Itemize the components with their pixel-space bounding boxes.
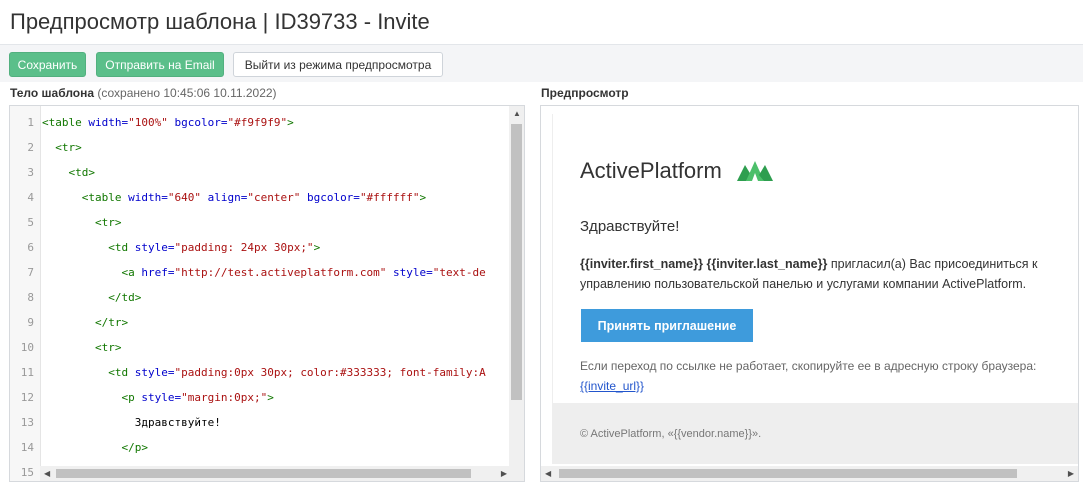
editor-horizontal-scrollbar[interactable]: ◀ ▶	[40, 466, 511, 481]
scroll-up-icon[interactable]: ▲	[513, 106, 521, 121]
line-number: 14	[20, 441, 34, 454]
line-number: 9	[27, 316, 34, 329]
email-greeting: Здравствуйте!	[580, 218, 680, 235]
line-number: 6	[27, 241, 34, 254]
code-text: <a href="http://test.activeplatform.com"…	[121, 266, 486, 279]
line-number: 3	[27, 166, 34, 179]
code-text: <tr>	[94, 216, 122, 229]
code-text: <tr>	[55, 141, 82, 154]
activeplatform-logo-icon	[737, 161, 773, 181]
line-number: 5	[27, 216, 34, 229]
scroll-right-icon[interactable]: ▶	[1068, 466, 1074, 481]
footer-text: © ActivePlatform, «{{vendor.name}}».	[580, 428, 762, 440]
editor-horizontal-scroll-thumb[interactable]	[56, 469, 471, 478]
code-text: <td>	[68, 166, 96, 179]
save-button[interactable]: Сохранить	[9, 52, 86, 77]
code-text: <table width="640" align="center" bgcolo…	[81, 191, 427, 204]
invite-url-link[interactable]: {{invite_url}}	[580, 379, 644, 393]
code-text: </td>	[108, 291, 142, 304]
email-preview: ActivePlatform Здравствуйте! {{inviter.f…	[552, 114, 1078, 464]
line-number: 1	[27, 116, 34, 129]
code-line[interactable]: 3 <td>	[10, 160, 510, 185]
code-text: <table width="100%" bgcolor="#f9f9f9">	[42, 116, 294, 129]
email-footer: © ActivePlatform, «{{vendor.name}}».	[553, 403, 1078, 464]
line-number: 4	[27, 191, 34, 204]
code-text: </p>	[121, 441, 148, 454]
code-line[interactable]: 5 <tr>	[10, 210, 510, 235]
line-number: 13	[20, 416, 34, 429]
editor-vertical-scrollbar[interactable]: ▲	[509, 106, 524, 481]
code-text: <tr>	[94, 341, 122, 354]
code-line[interactable]: 2 <tr>	[10, 135, 510, 160]
code-text: <td style="padding: 24px 30px;">	[108, 241, 321, 254]
scroll-left-icon[interactable]: ◀	[44, 466, 50, 481]
scroll-right-icon[interactable]: ▶	[501, 466, 507, 481]
invite-text: {{inviter.first_name}} {{inviter.last_na…	[580, 254, 1050, 294]
invite-text-line2: управлению пользовательской панелью и ус…	[580, 277, 1027, 291]
send-email-button[interactable]: Отправить на Email	[96, 52, 224, 77]
code-line[interactable]: 4 <table width="640" align="center" bgco…	[10, 185, 510, 210]
line-number: 12	[20, 391, 34, 404]
code-line[interactable]: 12 <p style="margin:0px;">	[10, 385, 510, 410]
page-header: Предпросмотр шаблона | ID39733 - Invite	[0, 0, 1083, 45]
preview-title: Предпросмотр	[541, 86, 629, 100]
exit-preview-button[interactable]: Выйти из режима предпросмотра	[233, 52, 443, 77]
preview-horizontal-scroll-thumb[interactable]	[559, 469, 1017, 478]
saved-note: (сохранено 10:45:06 10.11.2022)	[97, 86, 277, 100]
code-line[interactable]: 1 <table width="100%" bgcolor="#f9f9f9">	[10, 110, 510, 135]
code-text: Здравствуйте!	[134, 416, 221, 429]
line-number: 11	[20, 366, 34, 379]
line-number: 8	[27, 291, 34, 304]
code-line[interactable]: 9 </tr>	[10, 310, 510, 335]
logo-text: ActivePlatform	[580, 158, 722, 183]
line-number: 2	[27, 141, 34, 154]
line-number: 10	[20, 341, 34, 354]
code-text: <p style="margin:0px;">	[121, 391, 274, 404]
link-hint: Если переход по ссылке не работает, скоп…	[580, 359, 1037, 373]
line-number: 7	[27, 266, 34, 279]
code-line[interactable]: 14 </p>	[10, 435, 510, 460]
code-line[interactable]: 7 <a href="http://test.activeplatform.co…	[10, 260, 510, 285]
code-text: <td style="padding:0px 30px; color:#3333…	[108, 366, 486, 379]
accept-invitation-button[interactable]: Принять приглашение	[581, 309, 753, 342]
preview-label: Предпросмотр	[541, 86, 629, 100]
editor-vertical-scroll-thumb[interactable]	[511, 124, 522, 400]
code-editor[interactable]: 1 <table width="100%" bgcolor="#f9f9f9"> 2…	[9, 105, 525, 482]
inviter-last-name-var: {{inviter.last_name}}	[706, 257, 828, 271]
preview-horizontal-scrollbar[interactable]: ◀ ▶	[541, 466, 1078, 481]
code-line[interactable]: 10 <tr>	[10, 335, 510, 360]
inviter-first-name-var: {{inviter.first_name}}	[580, 257, 703, 271]
code-text: </tr>	[94, 316, 129, 329]
preview-pane[interactable]: ActivePlatform Здравствуйте! {{inviter.f…	[540, 105, 1079, 482]
code-line[interactable]: 8 </td>	[10, 285, 510, 310]
code-line[interactable]: 11 <td style="padding:0px 30px; color:#3…	[10, 360, 510, 385]
code-line[interactable]: 13 Здравствуйте!	[10, 410, 510, 435]
code-line[interactable]: 6 <td style="padding: 24px 30px;">	[10, 235, 510, 260]
scroll-left-icon[interactable]: ◀	[545, 466, 551, 481]
line-number: 15	[20, 466, 34, 479]
invite-text-line1: пригласил(а) Вас присоединиться к	[827, 257, 1038, 271]
editor-title: Тело шаблона	[10, 86, 95, 100]
page-title: Предпросмотр шаблона | ID39733 - Invite	[10, 9, 430, 34]
editor-label: Тело шаблона (сохранено 10:45:06 10.11.2…	[10, 86, 277, 100]
